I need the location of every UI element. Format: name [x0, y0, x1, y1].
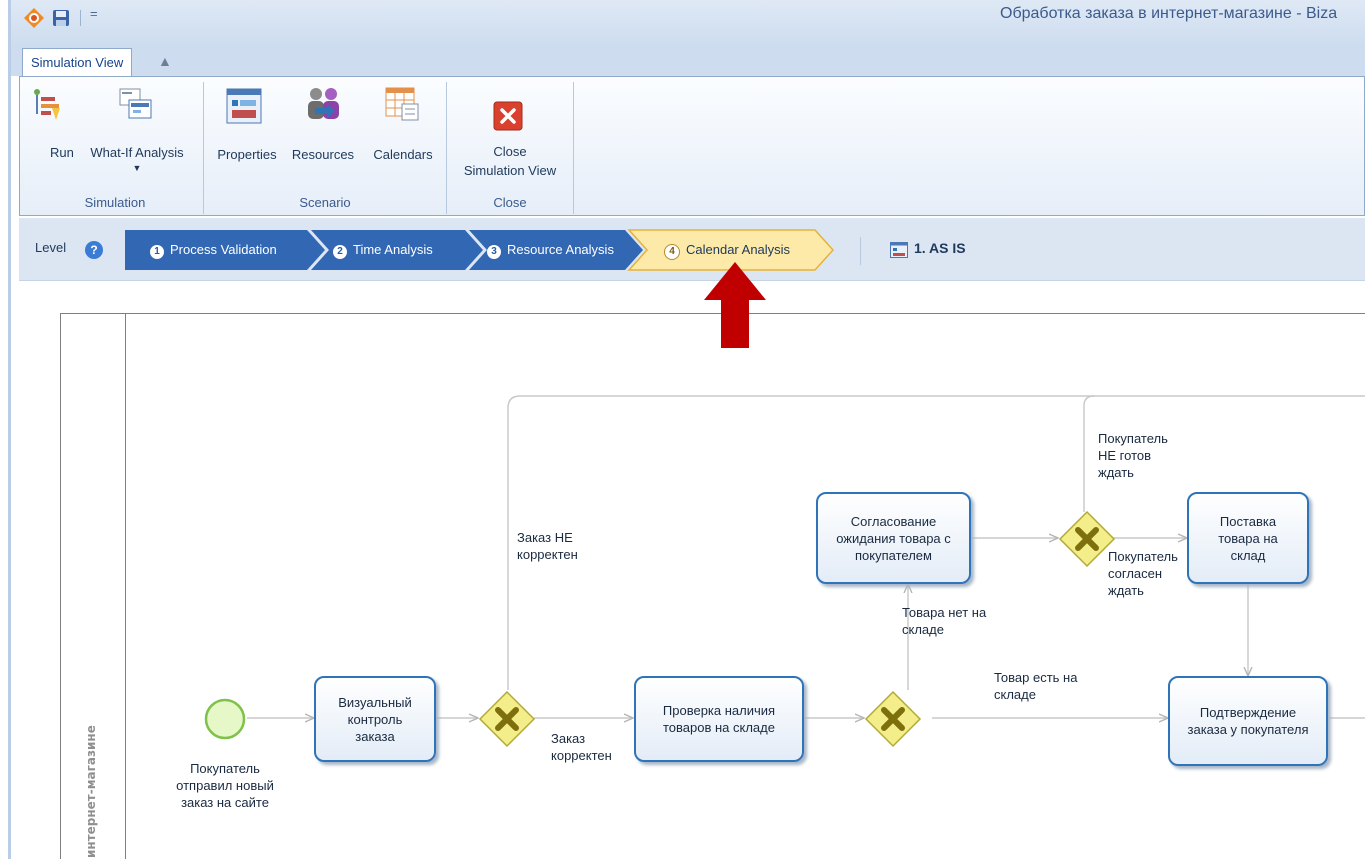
red-up-arrow-icon [704, 262, 766, 348]
flow-label-in-stock: Товар есть на складе [994, 670, 1078, 702]
window-edge-border [8, 0, 11, 859]
step-label: Time Analysis [353, 242, 433, 257]
start-event-label: Покупатель отправил новый заказ на сайте [176, 761, 274, 810]
what-if-analysis-button[interactable]: What-If Analysis [82, 145, 192, 160]
run-icon [34, 89, 60, 120]
step-calendar-analysis[interactable]: 4 Calendar Analysis [664, 241, 790, 260]
app-logo-icon[interactable] [24, 8, 44, 28]
calendars-button[interactable]: Calendars [368, 147, 438, 162]
step-process-validation[interactable]: 1 Process Validation [150, 241, 277, 259]
start-event-icon[interactable] [203, 697, 247, 741]
lane-header-divider [125, 313, 126, 859]
step-number: 1 [150, 245, 164, 259]
flow-label-no-stock: Товара нет на складе [902, 605, 987, 637]
lane-title: интернет-магазине [84, 725, 98, 858]
what-if-icon [119, 88, 152, 119]
run-button[interactable]: Run [50, 145, 74, 160]
step-resource-analysis[interactable]: 3 Resource Analysis [487, 241, 614, 259]
group-label-close: Close [493, 195, 527, 210]
properties-icon [226, 88, 262, 124]
scenario-label: 1. AS IS [914, 240, 966, 256]
gateway-order-check-icon[interactable] [478, 690, 536, 748]
what-if-dropdown-arrow-icon[interactable]: ▼ [127, 163, 147, 173]
tab-simulation-view[interactable]: Simulation View [22, 48, 133, 76]
ribbon-collapse-icon[interactable]: ▲ [158, 53, 172, 69]
step-label: Resource Analysis [507, 242, 614, 257]
step-label: Calendar Analysis [686, 242, 791, 257]
properties-button[interactable]: Properties [212, 147, 282, 162]
step-number: 2 [333, 245, 347, 259]
gateway-stock-check-icon[interactable] [864, 690, 922, 748]
flow-label-order-not-correct: Заказ НЕ корректен [517, 530, 578, 562]
level-separator [860, 237, 861, 265]
resources-icon [308, 88, 339, 119]
step-label: Process Validation [170, 242, 277, 257]
task-confirm-order[interactable]: Подтверждение заказа у покупателя [1168, 676, 1328, 766]
flow-label-agrees-wait: Покупатель согласен ждать [1108, 549, 1178, 598]
ribbon [19, 76, 1365, 216]
ribbon-group-separator [573, 82, 574, 214]
resources-button[interactable]: Resources [288, 147, 358, 162]
close-button-label-line2: Simulation View [463, 163, 557, 178]
ribbon-group-separator [203, 82, 204, 214]
help-icon[interactable]: ? [85, 241, 103, 259]
close-button-label-line1: Close [493, 144, 527, 159]
task-visual-control[interactable]: Визуальный контроль заказа [314, 676, 436, 762]
group-label-scenario: Scenario [299, 195, 351, 210]
qat-separator [80, 10, 81, 26]
step-number: 4 [664, 244, 680, 260]
close-simulation-view-button[interactable]: Close Simulation View [455, 144, 565, 178]
flow-label-not-ready-wait: Покупатель НЕ готов ждать [1098, 431, 1168, 480]
scenario-icon [890, 242, 908, 258]
save-icon[interactable] [52, 9, 70, 27]
step-time-analysis[interactable]: 2 Time Analysis [333, 241, 433, 259]
task-check-stock[interactable]: Проверка наличия товаров на складе [634, 676, 804, 762]
flow-label-order-correct: Заказ корректен [551, 731, 612, 763]
ribbon-group-separator [446, 82, 447, 214]
ribbon-tab-strip [11, 46, 1365, 76]
calendars-icon [385, 87, 419, 121]
step-number: 3 [487, 245, 501, 259]
level-label: Level [35, 240, 67, 255]
qat-customize-dropdown[interactable]: = [90, 6, 98, 21]
group-label-simulation: Simulation [84, 195, 146, 210]
task-delivery[interactable]: Поставка товара на склад [1187, 492, 1309, 584]
task-agree-wait[interactable]: Согласование ожидания товара с покупател… [816, 492, 971, 584]
close-simulation-icon [493, 101, 523, 131]
window-title: Обработка заказа в интернет-магазине - B… [1000, 5, 1338, 22]
